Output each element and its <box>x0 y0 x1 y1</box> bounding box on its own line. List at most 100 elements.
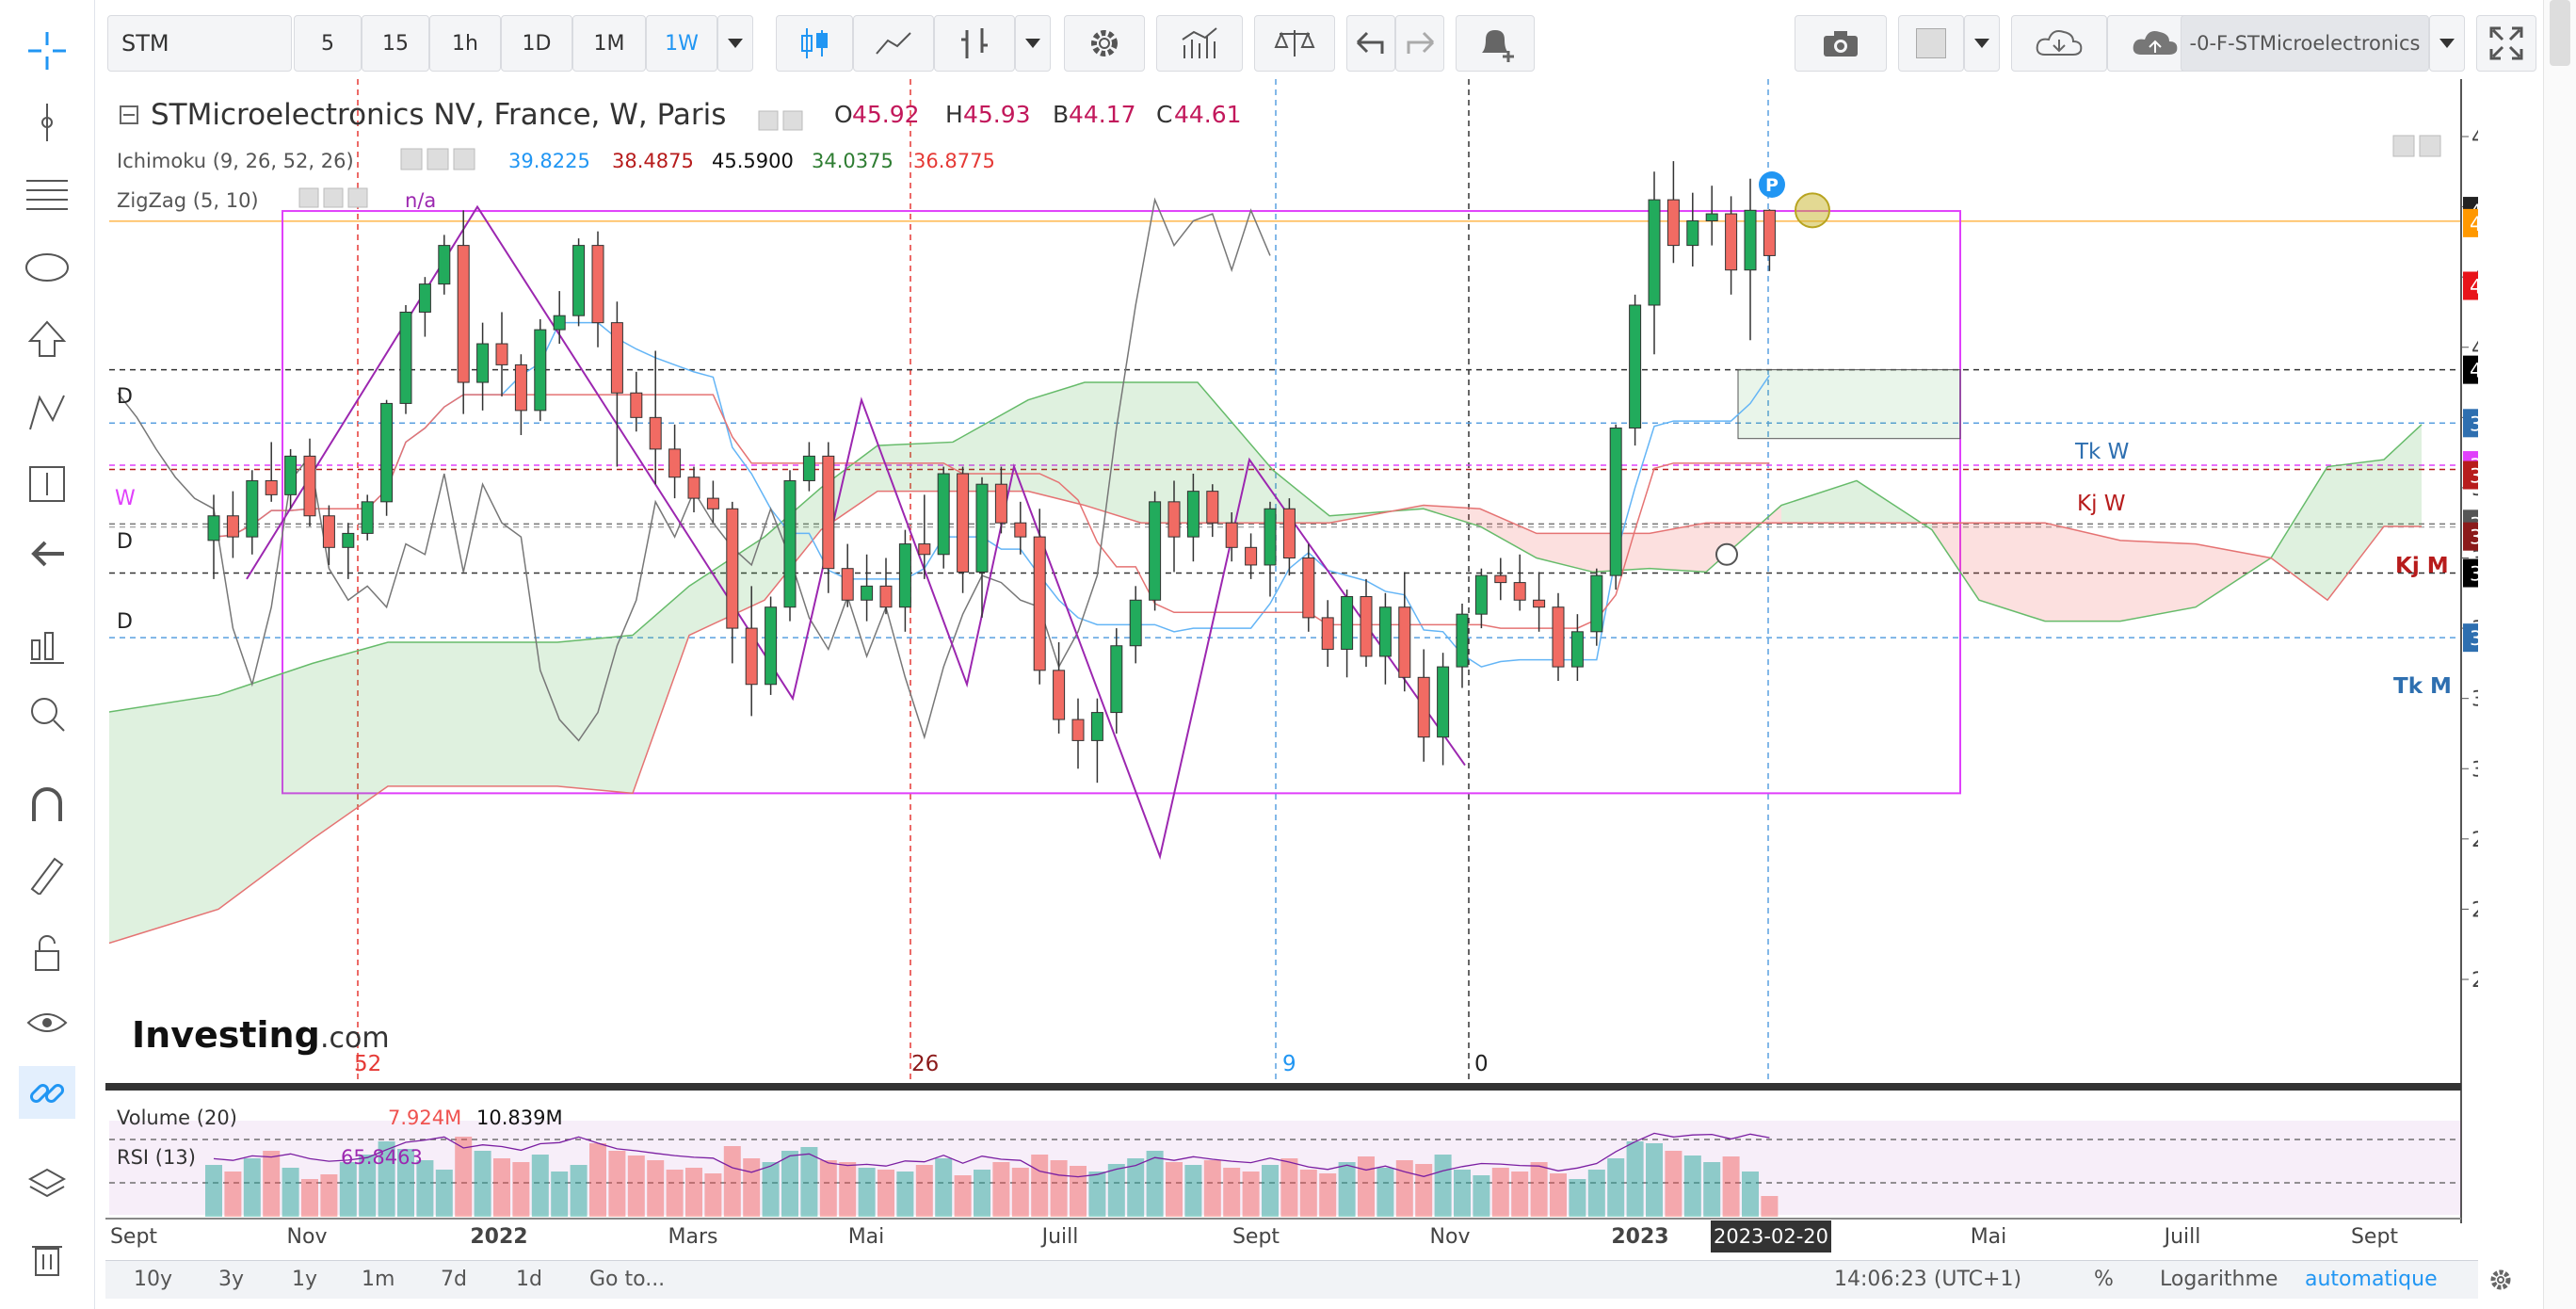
pencil-lock-icon[interactable] <box>19 848 75 900</box>
scroll-thumb[interactable] <box>2550 0 2570 66</box>
candle[interactable] <box>1609 424 1622 590</box>
volume-bar <box>1242 1172 1260 1217</box>
zoom-icon[interactable] <box>19 687 75 740</box>
interval-button-15[interactable]: 15 <box>362 15 429 72</box>
chart-settings-button[interactable] <box>2487 1267 2514 1293</box>
range-10y-button[interactable]: 10y <box>134 1267 172 1293</box>
range-7d-button[interactable]: 7d <box>441 1267 467 1293</box>
load-layout-button[interactable] <box>2011 15 2107 72</box>
candle-body-down <box>918 543 931 556</box>
volume-bar <box>455 1137 473 1217</box>
back-arrow-icon[interactable] <box>19 527 75 580</box>
volume-bar <box>1107 1164 1125 1217</box>
interval-label: 15 <box>382 31 409 56</box>
volume-bar <box>839 1162 857 1217</box>
goto-button[interactable]: Go to... <box>589 1267 665 1293</box>
style-dropdown[interactable] <box>1015 15 1051 72</box>
line-style-button[interactable] <box>853 15 934 72</box>
candle-body-up <box>783 479 797 608</box>
drawing-toolbar <box>0 0 95 1309</box>
magnet-icon[interactable] <box>19 778 75 831</box>
volume-bar <box>915 1165 933 1217</box>
candle-body-down <box>1552 606 1565 668</box>
candle[interactable] <box>361 494 374 541</box>
alert-button[interactable] <box>1456 15 1535 72</box>
volume-bar <box>877 1170 894 1217</box>
volume-bar <box>416 1160 434 1217</box>
compare-button[interactable] <box>1254 15 1335 72</box>
log-toggle[interactable]: Logarithme <box>2160 1267 2278 1293</box>
candle-body-down <box>994 483 1007 524</box>
volume-bar <box>551 1172 569 1217</box>
candles-style-button[interactable] <box>776 15 853 72</box>
color-box-button[interactable] <box>1898 15 1964 72</box>
candle[interactable] <box>937 466 950 569</box>
volume-bar <box>1607 1158 1625 1217</box>
candle[interactable] <box>534 318 547 422</box>
candle[interactable] <box>1629 294 1642 446</box>
rsi-value: 65.8463 <box>341 1146 423 1169</box>
fullscreen-button[interactable] <box>2476 15 2536 72</box>
volume-bar <box>1088 1172 1106 1217</box>
fib-retracement-icon[interactable] <box>19 168 75 220</box>
link-icon[interactable] <box>19 1066 75 1119</box>
layout-dropdown[interactable] <box>2429 15 2465 72</box>
candle[interactable] <box>380 399 394 516</box>
volume-bar <box>1722 1156 1740 1217</box>
percent-toggle[interactable]: % <box>2094 1267 2114 1293</box>
trash-icon[interactable] <box>19 1232 75 1285</box>
eye-icon[interactable] <box>19 996 75 1049</box>
indicators-button[interactable] <box>1156 15 1243 72</box>
snapshot-button[interactable] <box>1795 15 1887 72</box>
redo-button[interactable] <box>1395 15 1444 72</box>
ellipse-icon[interactable] <box>19 241 75 294</box>
range-1d-button[interactable]: 1d <box>516 1267 542 1293</box>
range-3y-button[interactable]: 3y <box>218 1267 244 1293</box>
interval-button-1m[interactable]: 1M <box>572 15 646 72</box>
volume-bar <box>685 1168 702 1217</box>
indicator-icon[interactable] <box>19 620 75 672</box>
measure-icon[interactable] <box>19 458 75 510</box>
volume-bar <box>704 1173 722 1217</box>
price-tag: 33.73 <box>2463 623 2533 653</box>
interval-button-5[interactable]: 5 <box>294 15 362 72</box>
interval-button-1h[interactable]: 1h <box>429 15 501 72</box>
chart-panel[interactable]: 48.0046.0044.0042.0040.0038.0036.0034.00… <box>105 79 2533 1256</box>
candle-body-down <box>1302 558 1315 619</box>
interval-button-1d[interactable]: 1D <box>501 15 572 72</box>
lock-icon[interactable] <box>19 927 75 979</box>
trend-line-icon[interactable] <box>19 96 75 149</box>
layers-icon[interactable] <box>19 1158 75 1211</box>
interval-dropdown[interactable] <box>717 15 753 72</box>
candle[interactable] <box>572 238 586 327</box>
range-1m-button[interactable]: 1m <box>362 1267 394 1293</box>
layout-name-select[interactable]: -0-F-STMicroelectronics <box>2181 15 2429 72</box>
settings-button[interactable] <box>1064 15 1145 72</box>
color-dropdown[interactable] <box>1964 15 2000 72</box>
candle[interactable] <box>783 470 797 622</box>
crosshair-icon[interactable] <box>19 24 75 77</box>
auto-scale-toggle[interactable]: automatique <box>2305 1267 2438 1293</box>
candle-body-up <box>534 329 547 412</box>
legend-high-label: H <box>945 101 963 128</box>
candle[interactable] <box>765 596 778 695</box>
price-tag: 38.52 <box>2463 461 2533 490</box>
interval-button-1w[interactable]: 1W <box>646 15 717 72</box>
candle[interactable] <box>1149 491 1162 611</box>
range-1y-button[interactable]: 1y <box>292 1267 317 1293</box>
candle-body-up <box>246 479 259 538</box>
ichimoku-cloud-segment <box>388 642 482 786</box>
candle[interactable] <box>399 305 412 414</box>
bars-style-button[interactable] <box>934 15 1015 72</box>
volume-bar <box>1377 1168 1394 1217</box>
candle-body-down <box>745 627 758 686</box>
price-chart[interactable]: 48.0046.0044.0042.0040.0038.0036.0034.00… <box>105 79 2533 1256</box>
symbol-search-input[interactable]: STM <box>107 15 292 72</box>
candle-body-down <box>1725 213 1738 271</box>
redo-icon <box>1407 31 1435 54</box>
pattern-icon[interactable] <box>19 386 75 439</box>
arrow-up-icon[interactable] <box>19 313 75 365</box>
time-tick-label: 2023 <box>1611 1225 1668 1249</box>
undo-button[interactable] <box>1346 15 1395 72</box>
volume-bar <box>589 1143 606 1217</box>
